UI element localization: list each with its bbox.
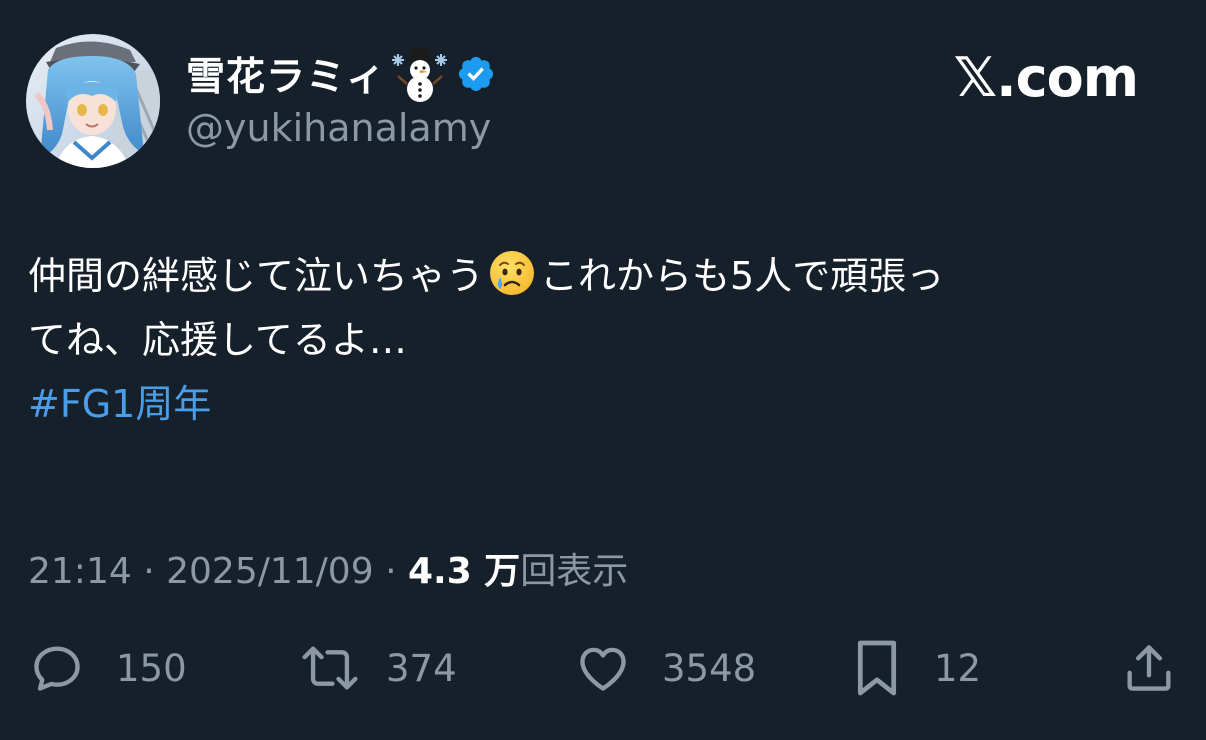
tweet-date[interactable]: 2025/11/09 — [166, 551, 374, 592]
retweet-count: 374 — [386, 646, 457, 690]
tweet-text-part: 仲間の絆感じて泣いちゃう — [28, 254, 485, 298]
tweet-text: 仲間の絆感じて泣いちゃう これからも5人で頑張っ てね、応援してるよ… #FG1… — [28, 244, 1188, 436]
views-label: 回表示 — [520, 551, 629, 592]
brand-watermark: 𝕏.com — [953, 46, 1139, 109]
tweet-time[interactable]: 21:14 — [28, 551, 132, 592]
avatar[interactable] — [26, 34, 160, 168]
author-name-row[interactable]: 雪花ラミィ — [186, 46, 496, 102]
reply-icon — [28, 639, 86, 697]
bookmark-count: 12 — [934, 646, 982, 690]
bookmark-icon — [850, 637, 904, 699]
snowman-icon — [392, 46, 448, 102]
tweet-line-2: てね、応援してるよ… — [28, 318, 407, 362]
meta-separator: · — [143, 551, 155, 592]
heart-icon — [574, 639, 632, 697]
tweet-actions: 150 374 3548 12 — [0, 636, 1206, 700]
retweet-icon — [298, 639, 362, 697]
share-button[interactable] — [1120, 636, 1178, 700]
reply-count: 150 — [116, 646, 187, 690]
tweet-line-1: 仲間の絆感じて泣いちゃう これからも5人で頑張っ — [28, 244, 1188, 308]
like-button[interactable]: 3548 — [574, 636, 756, 700]
hashtag-link[interactable]: #FG1周年 — [28, 382, 211, 426]
share-icon — [1120, 639, 1178, 697]
bookmark-button[interactable]: 12 — [850, 636, 981, 700]
like-count: 3548 — [662, 646, 757, 690]
author-handle[interactable]: @yukihanalamy — [186, 106, 491, 150]
verified-badge-icon — [456, 54, 496, 94]
display-name[interactable]: 雪花ラミィ — [186, 46, 386, 102]
meta-separator: · — [385, 551, 397, 592]
tweet-line-3: #FG1周年 — [28, 372, 1188, 436]
tweet-meta: 21:14 · 2025/11/09 · 4.3 万回表示 — [28, 542, 628, 594]
views-count: 4.3 万 — [407, 551, 521, 592]
reply-button[interactable]: 150 — [28, 636, 187, 700]
crying-face-icon — [488, 249, 536, 297]
tweet-text-part: これからも5人で頑張っ — [540, 254, 945, 298]
retweet-button[interactable]: 374 — [298, 636, 457, 700]
